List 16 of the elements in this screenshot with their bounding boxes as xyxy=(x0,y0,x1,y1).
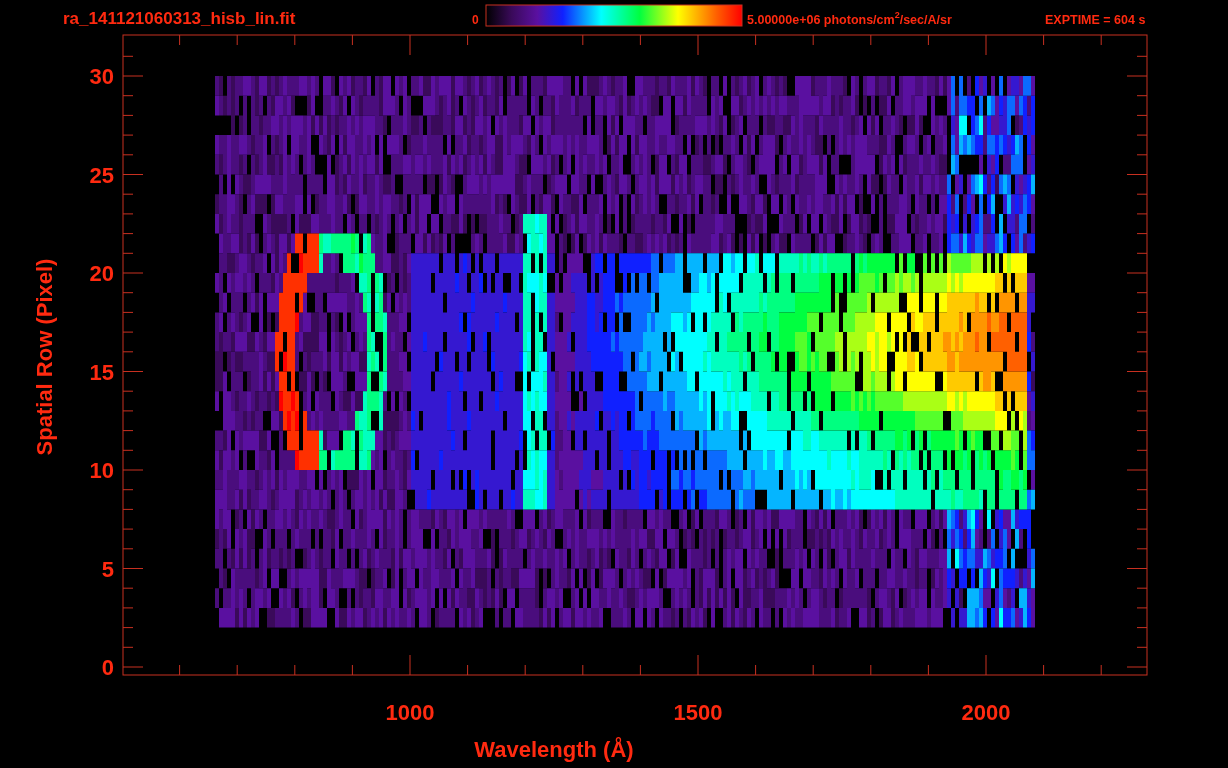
x-axis-label: Wavelength (Å) xyxy=(474,737,634,762)
y-tick-label: 10 xyxy=(89,458,114,483)
plot-title: ra_141121060313_hisb_lin.fit xyxy=(63,9,296,28)
y-tick-label: 5 xyxy=(101,556,114,582)
y-tick-label: 30 xyxy=(89,64,114,89)
y-tick-label: 20 xyxy=(89,261,114,286)
y-axis-label: Spatial Row (Pixel) xyxy=(32,258,57,456)
x-tick-label: 1000 xyxy=(385,700,435,725)
y-tick-label: 15 xyxy=(89,359,114,385)
x-tick-label: 1500 xyxy=(673,700,723,725)
y-tick-label: 0 xyxy=(101,655,114,680)
exposure-time: EXPTIME = 604 s xyxy=(1045,13,1146,27)
colorbar-max-label: 5.00000e+06 photons/cm$^{2}$/sec/A/sr xyxy=(747,10,952,27)
y-tick-label: 25 xyxy=(89,162,114,188)
x-tick-label: 2000 xyxy=(961,700,1011,725)
colorbar-min-label: 0 xyxy=(472,13,479,27)
